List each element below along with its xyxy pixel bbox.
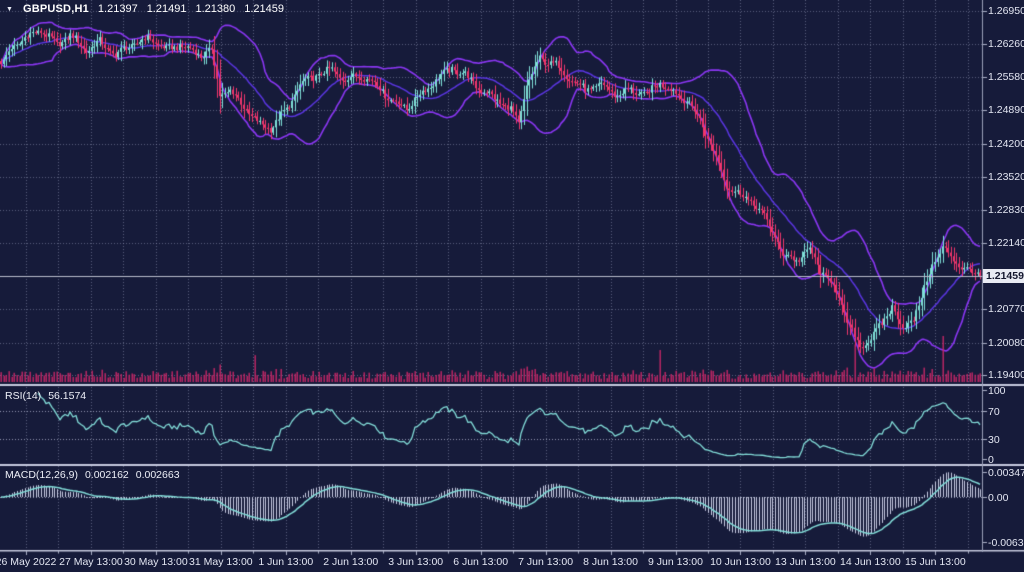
rsi-axis-label: 100 (988, 385, 1006, 397)
time-axis-label: 6 Jun 13:00 (453, 556, 508, 568)
time-axis-label: 3 Jun 13:00 (388, 556, 443, 568)
price-axis-label: 1.19400 (988, 369, 1024, 381)
price-axis-label: 1.22830 (988, 204, 1024, 216)
chart-canvas[interactable] (0, 0, 1024, 572)
symbol-dropdown-icon[interactable]: ▼ (6, 4, 13, 15)
rsi-axis-label: 70 (988, 406, 1000, 418)
time-axis-label: 14 Jun 13:00 (840, 556, 901, 568)
macd-axis-label: 0.00 (988, 492, 1008, 504)
current-price-badge: 1.21459 (983, 269, 1024, 283)
chart-header: ▼ GBPUSD,H1 1.21397 1.21491 1.21380 1.21… (6, 3, 284, 15)
ohlc-open: 1.21397 (98, 3, 138, 15)
time-axis-label: 30 May 13:00 (124, 556, 188, 568)
rsi-name: RSI(14) (5, 390, 41, 402)
ohlc-close: 1.21459 (244, 3, 284, 15)
time-axis-label: 26 May 2022 (0, 556, 56, 568)
price-axis-label: 1.22140 (988, 237, 1024, 249)
time-axis-label: 9 Jun 13:00 (648, 556, 703, 568)
price-axis-label: 1.20770 (988, 303, 1024, 315)
macd-value: 0.002162 (85, 469, 129, 481)
time-axis-label: 8 Jun 13:00 (583, 556, 638, 568)
price-axis-label: 1.26950 (988, 5, 1024, 17)
price-axis-label: 1.24200 (988, 138, 1024, 150)
rsi-value: 56.1574 (48, 390, 86, 402)
rsi-axis-label: 30 (988, 434, 1000, 446)
time-axis-label: 10 Jun 13:00 (710, 556, 771, 568)
macd-axis-label: 0.003477 (988, 467, 1024, 479)
time-axis-label: 2 Jun 13:00 (323, 556, 378, 568)
ohlc-high: 1.21491 (147, 3, 187, 15)
time-axis-label: 31 May 13:00 (189, 556, 253, 568)
rsi-axis-label: 0 (988, 454, 994, 466)
time-axis-label: 13 Jun 13:00 (775, 556, 836, 568)
macd-name: MACD(12,26,9) (5, 469, 78, 481)
macd-indicator-label: MACD(12,26,9) 0.002162 0.002663 (5, 469, 180, 481)
trading-chart-window: ▼ GBPUSD,H1 1.21397 1.21491 1.21380 1.21… (0, 0, 1024, 572)
time-axis-label: 1 Jun 13:00 (258, 556, 313, 568)
price-axis-label: 1.24890 (988, 104, 1024, 116)
price-axis-label: 1.23520 (988, 171, 1024, 183)
rsi-indicator-label: RSI(14) 56.1574 (5, 390, 86, 402)
time-axis-label: 7 Jun 13:00 (518, 556, 573, 568)
time-axis-label: 27 May 13:00 (59, 556, 123, 568)
ohlc-low: 1.21380 (195, 3, 235, 15)
price-axis-label: 1.26260 (988, 38, 1024, 50)
macd-signal-value: 0.002663 (136, 469, 180, 481)
symbol-label: GBPUSD,H1 (23, 3, 89, 15)
price-axis-label: 1.20080 (988, 337, 1024, 349)
price-axis-label: 1.25580 (988, 71, 1024, 83)
macd-axis-label: -0.006361 (988, 537, 1024, 549)
time-axis-label: 15 Jun 13:00 (905, 556, 966, 568)
